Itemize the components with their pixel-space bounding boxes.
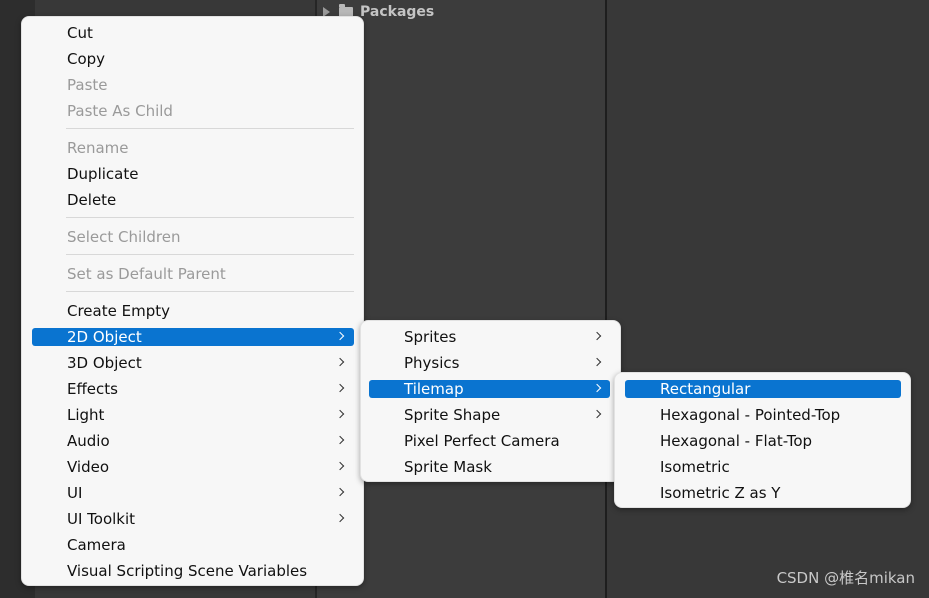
menu-item-sprite-mask[interactable]: Sprite Mask [369, 458, 610, 476]
menu-item-paste-as-child: Paste As Child [67, 102, 173, 120]
menu-separator [66, 291, 354, 292]
menu-item-tilemap[interactable]: Tilemap [369, 380, 610, 398]
chevron-right-icon [335, 513, 345, 523]
menu-item-set-default-parent: Set as Default Parent [67, 265, 226, 283]
menu-item-visual-scripting-scene-variables[interactable]: Visual Scripting Scene Variables [32, 562, 354, 580]
menu-item-isometric[interactable]: Isometric [625, 458, 901, 476]
chevron-right-icon [335, 409, 345, 419]
chevron-right-icon [592, 383, 602, 393]
menu-item-hexagonal-pointed-top[interactable]: Hexagonal - Pointed-Top [625, 406, 901, 424]
chevron-right-icon [335, 383, 345, 393]
menu-item-cut[interactable]: Cut [32, 24, 354, 42]
menu-item-rename: Rename [67, 139, 129, 157]
menu-item-physics[interactable]: Physics [369, 354, 610, 372]
inspector-panel [607, 0, 929, 598]
chevron-right-icon [335, 487, 345, 497]
menu-item-camera[interactable]: Camera [32, 536, 354, 554]
menu-item-2d-object[interactable]: 2D Object [32, 328, 354, 346]
menu-item-isometric-z-as-y[interactable]: Isometric Z as Y [625, 484, 901, 502]
menu-item-ui-toolkit[interactable]: UI Toolkit [32, 510, 354, 528]
hierarchy-context-menu: Cut Copy Paste Paste As Child Rename Dup… [21, 16, 364, 586]
menu-separator [66, 128, 354, 129]
2d-object-submenu: Sprites Physics Tilemap Sprite Shape Pix… [360, 320, 621, 482]
chevron-right-icon [592, 357, 602, 367]
tilemap-submenu: Rectangular Hexagonal - Pointed-Top Hexa… [614, 372, 911, 508]
menu-item-duplicate[interactable]: Duplicate [32, 165, 354, 183]
menu-item-3d-object[interactable]: 3D Object [32, 354, 354, 372]
chevron-right-icon [335, 461, 345, 471]
menu-item-paste: Paste [67, 76, 108, 94]
chevron-right-icon [335, 357, 345, 367]
chevron-right-icon [592, 409, 602, 419]
menu-separator [66, 254, 354, 255]
menu-item-delete[interactable]: Delete [32, 191, 354, 209]
menu-separator [66, 217, 354, 218]
menu-item-pixel-perfect-camera[interactable]: Pixel Perfect Camera [369, 432, 610, 450]
chevron-right-icon [335, 331, 345, 341]
watermark: CSDN @椎名mikan [776, 569, 915, 587]
menu-item-audio[interactable]: Audio [32, 432, 354, 450]
menu-item-sprites[interactable]: Sprites [369, 328, 610, 346]
menu-item-hexagonal-flat-top[interactable]: Hexagonal - Flat-Top [625, 432, 901, 450]
chevron-right-icon [592, 331, 602, 341]
menu-item-select-children: Select Children [67, 228, 181, 246]
menu-item-effects[interactable]: Effects [32, 380, 354, 398]
folder-label: Packages [360, 4, 435, 20]
menu-item-sprite-shape[interactable]: Sprite Shape [369, 406, 610, 424]
menu-item-light[interactable]: Light [32, 406, 354, 424]
menu-item-video[interactable]: Video [32, 458, 354, 476]
menu-item-rectangular[interactable]: Rectangular [625, 380, 901, 398]
menu-item-ui[interactable]: UI [32, 484, 354, 502]
menu-item-copy[interactable]: Copy [32, 50, 354, 68]
menu-item-create-empty[interactable]: Create Empty [32, 302, 354, 320]
chevron-right-icon [335, 435, 345, 445]
